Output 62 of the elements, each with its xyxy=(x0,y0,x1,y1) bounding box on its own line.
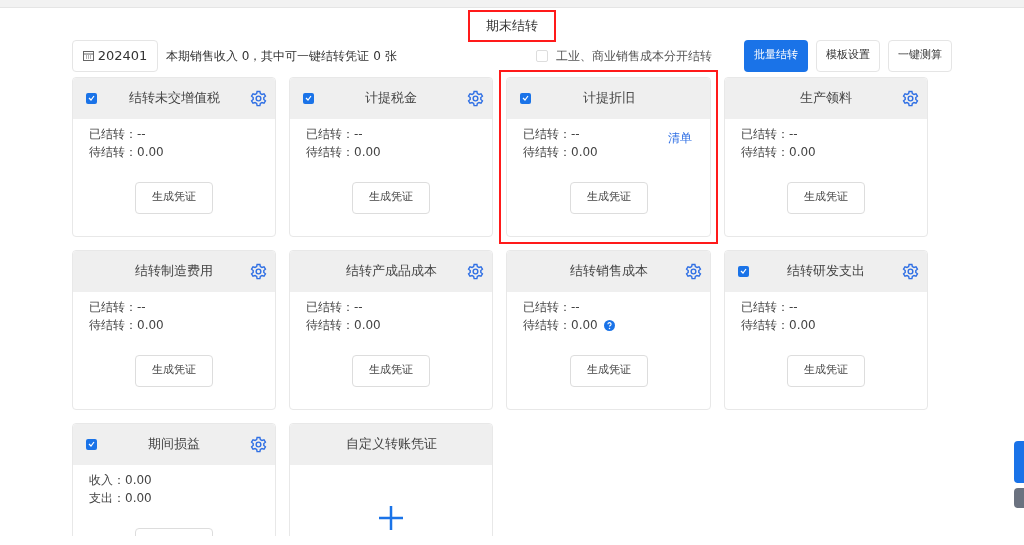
checkbox-label: 工业、商业销售成本分开结转 xyxy=(556,47,712,65)
field-text: 已结转：-- xyxy=(523,127,580,141)
settings-icon[interactable] xyxy=(902,89,919,107)
generate-voucher-button[interactable]: 生成凭证 xyxy=(352,354,430,387)
checkbox[interactable] xyxy=(303,92,314,104)
card-title: 结转产成品成本 xyxy=(345,262,437,281)
field-text: 待结转：0.00 xyxy=(306,145,381,159)
settings-icon[interactable] xyxy=(902,262,919,280)
field-text: 已结转：-- xyxy=(89,300,146,314)
field-text: 已结转：-- xyxy=(306,300,363,314)
field-text: 支出：0.00 xyxy=(89,491,152,505)
generate-voucher-button[interactable]: 生成凭证 xyxy=(352,181,430,214)
field-text: 待结转：0.00 xyxy=(523,318,598,332)
checkbox[interactable] xyxy=(86,438,97,450)
card-title: 结转未交增值税 xyxy=(128,89,220,108)
card-title: 期间损益 xyxy=(148,435,200,454)
settings-icon[interactable] xyxy=(467,89,484,107)
card-title: 结转销售成本 xyxy=(569,262,648,281)
field-text: 已结转：-- xyxy=(523,300,580,314)
settings-icon[interactable] xyxy=(250,435,267,453)
field-text: 已结转：-- xyxy=(306,127,363,141)
toolbar-button[interactable]: 一键测算 xyxy=(888,39,952,72)
generate-voucher-button[interactable]: 生成凭证 xyxy=(135,354,213,387)
field-text: 待结转：0.00 xyxy=(523,145,598,159)
field-text: 已结转：-- xyxy=(741,300,798,314)
generate-voucher-button[interactable]: 生成凭证 xyxy=(787,354,865,387)
page-title: 期末结转 xyxy=(468,10,556,42)
toolbar-button[interactable]: 模板设置 xyxy=(816,39,880,72)
checkbox[interactable] xyxy=(520,92,531,104)
card-title: 结转研发支出 xyxy=(787,262,865,281)
generate-voucher-button[interactable]: 生成凭证 xyxy=(135,181,213,214)
summary-text: 本期销售收入 0，其中可一键结转凭证 0 张 xyxy=(166,47,397,65)
checkbox[interactable] xyxy=(86,92,97,104)
card-title: 计提税金 xyxy=(365,89,417,108)
list-link[interactable]: 清单 xyxy=(668,128,692,147)
side-tab[interactable] xyxy=(1014,488,1024,508)
card-title: 计提折旧 xyxy=(582,89,635,108)
settings-icon[interactable] xyxy=(250,262,267,280)
calendar-icon xyxy=(82,50,94,61)
generate-voucher-button[interactable]: 生成凭证 xyxy=(569,354,648,387)
settings-icon[interactable] xyxy=(467,262,484,280)
add-icon[interactable] xyxy=(378,504,404,531)
period-picker[interactable]: 202401 xyxy=(72,39,158,72)
field-text: 待结转：0.00 xyxy=(306,318,381,332)
field-text: 收入：0.00 xyxy=(89,473,152,487)
field-text: 已结转：-- xyxy=(741,127,798,141)
card-title: 结转制造费用 xyxy=(135,262,213,281)
field-text: 待结转：0.00 xyxy=(89,318,164,332)
generate-voucher-button[interactable]: 生成凭证 xyxy=(569,181,648,214)
toolbar-button[interactable]: 批量结转 xyxy=(744,39,808,72)
settings-icon[interactable] xyxy=(685,262,702,280)
checkbox[interactable] xyxy=(738,265,749,277)
checkbox[interactable] xyxy=(536,49,548,62)
card-title: 生产领料 xyxy=(800,89,852,108)
generate-voucher-button[interactable]: 生成凭证 xyxy=(787,181,865,214)
field-text: 待结转：0.00 xyxy=(89,145,164,159)
field-text: 已结转：-- xyxy=(89,127,146,141)
help-icon[interactable] xyxy=(603,319,615,331)
field-text: 待结转：0.00 xyxy=(741,318,816,332)
field-text: 待结转：0.00 xyxy=(741,145,816,159)
card-title: 自定义转账凭证 xyxy=(345,435,437,454)
settings-icon[interactable] xyxy=(250,89,267,107)
